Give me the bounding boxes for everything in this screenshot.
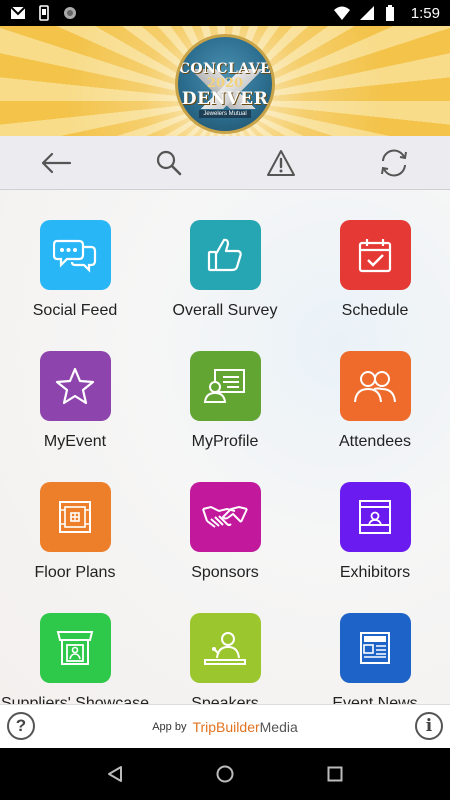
info-icon: i bbox=[425, 716, 433, 736]
tile-label: Floor Plans bbox=[34, 564, 116, 581]
phone-icon bbox=[36, 5, 52, 21]
tile-label: Overall Survey bbox=[172, 302, 278, 319]
clock: 1:59 bbox=[410, 4, 440, 22]
help-button[interactable]: ? bbox=[7, 712, 35, 740]
chat-bubbles-icon bbox=[39, 220, 111, 290]
back-arrow-icon bbox=[42, 152, 72, 173]
battery-icon bbox=[385, 5, 401, 21]
logo-sponsor: Jewelers Mutual bbox=[199, 109, 251, 118]
newspaper-icon bbox=[339, 613, 411, 683]
tile-label: MyProfile bbox=[191, 433, 259, 450]
handshake-icon bbox=[189, 482, 261, 552]
tile-label: Speakers bbox=[191, 695, 259, 704]
footer-bar: ? App by TripBuilder Media i bbox=[0, 704, 450, 748]
tile-label: Suppliers' Showcase bbox=[0, 695, 150, 704]
calendar-check-icon bbox=[339, 220, 411, 290]
home-circle-icon bbox=[216, 765, 234, 783]
tile-suppliers-showcase[interactable]: Suppliers' Showcase bbox=[0, 583, 150, 704]
tile-label: Event News bbox=[332, 695, 418, 704]
refresh-button[interactable] bbox=[369, 138, 419, 188]
tile-label: Social Feed bbox=[32, 302, 118, 319]
tile-label: Exhibitors bbox=[339, 564, 411, 581]
wifi-icon bbox=[333, 5, 350, 21]
search-icon bbox=[156, 150, 182, 175]
alert-button[interactable] bbox=[256, 138, 306, 188]
thumbs-up-icon bbox=[189, 220, 261, 290]
people-icon bbox=[339, 351, 411, 421]
event-banner: CONCLAVE 2020 DENVER Jewelers Mutual bbox=[0, 26, 450, 136]
nav-back-button[interactable] bbox=[95, 754, 135, 794]
brand-name-part2[interactable]: Media bbox=[260, 719, 298, 735]
tile-overall-survey[interactable]: Overall Survey bbox=[150, 190, 300, 320]
status-bar: 1:59 bbox=[0, 0, 450, 26]
back-button[interactable] bbox=[31, 138, 81, 188]
back-triangle-icon bbox=[108, 766, 122, 782]
tile-myprofile[interactable]: MyProfile bbox=[150, 321, 300, 451]
booth-icon bbox=[339, 482, 411, 552]
tile-floor-plans[interactable]: Floor Plans bbox=[0, 452, 150, 582]
recents-square-icon bbox=[327, 766, 343, 782]
tile-label: Schedule bbox=[341, 302, 409, 319]
tile-exhibitors[interactable]: Exhibitors bbox=[300, 452, 450, 582]
conclave-logo: CONCLAVE 2020 DENVER Jewelers Mutual bbox=[175, 34, 275, 134]
logo-year: 2020 bbox=[206, 75, 244, 91]
floor-plan-icon bbox=[39, 482, 111, 552]
alert-icon bbox=[267, 149, 296, 176]
tile-attendees[interactable]: Attendees bbox=[300, 321, 450, 451]
tile-sponsors[interactable]: Sponsors bbox=[150, 452, 300, 582]
menu-grid: Social Feed Overall Survey Schedule MyEv… bbox=[0, 190, 450, 704]
nav-home-button[interactable] bbox=[205, 754, 245, 794]
search-button[interactable] bbox=[144, 138, 194, 188]
info-button[interactable]: i bbox=[415, 712, 443, 740]
tile-speakers[interactable]: Speakers bbox=[150, 583, 300, 704]
toolbar bbox=[0, 136, 450, 190]
tile-event-news[interactable]: Event News bbox=[300, 583, 450, 704]
shop-icon bbox=[39, 613, 111, 683]
refresh-icon bbox=[380, 149, 407, 176]
tile-label: Sponsors bbox=[191, 564, 259, 581]
app-by-label: App by bbox=[152, 720, 187, 733]
star-icon bbox=[39, 351, 111, 421]
gmail-icon bbox=[10, 5, 26, 21]
tile-schedule[interactable]: Schedule bbox=[300, 190, 450, 320]
brand-name-part1[interactable]: TripBuilder bbox=[192, 719, 259, 735]
signal-icon bbox=[359, 5, 375, 21]
circle-icon bbox=[62, 5, 78, 21]
logo-city: DENVER bbox=[181, 88, 269, 109]
nav-recents-button[interactable] bbox=[315, 754, 355, 794]
logo-title: CONCLAVE bbox=[178, 60, 272, 77]
profile-card-icon bbox=[189, 351, 261, 421]
tile-myevent[interactable]: MyEvent bbox=[0, 321, 150, 451]
tile-label: Attendees bbox=[338, 433, 412, 450]
help-icon: ? bbox=[15, 716, 27, 735]
tile-label: MyEvent bbox=[43, 433, 107, 450]
speaker-icon bbox=[189, 613, 261, 683]
system-nav-bar bbox=[0, 748, 450, 800]
tile-social-feed[interactable]: Social Feed bbox=[0, 190, 150, 320]
